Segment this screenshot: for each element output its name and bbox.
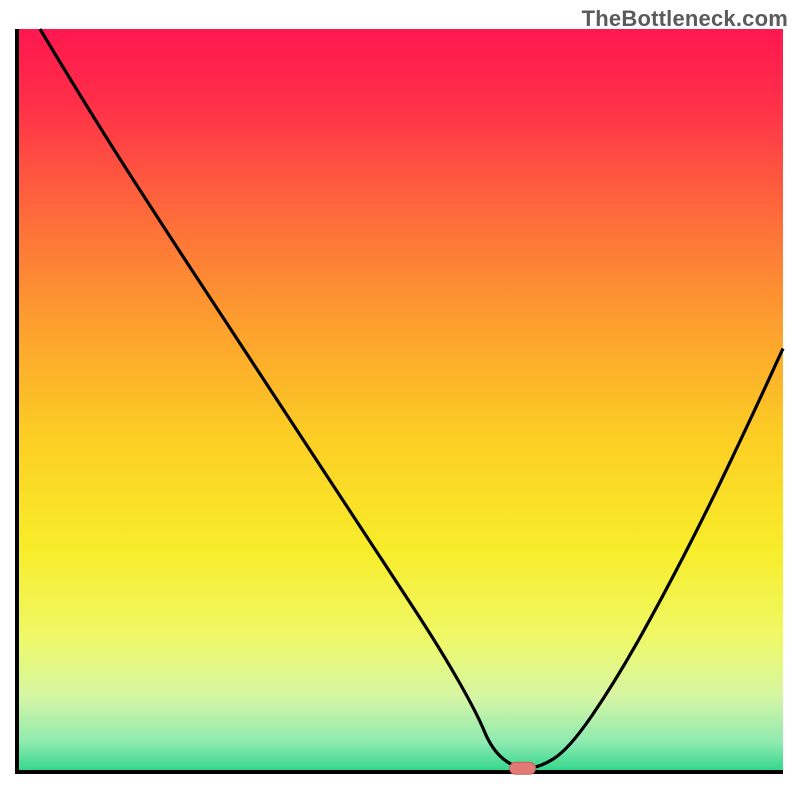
optimal-point-marker bbox=[510, 762, 536, 774]
chart-container: { "watermark": "TheBottleneck.com", "col… bbox=[0, 0, 800, 800]
bottleneck-chart bbox=[0, 0, 800, 800]
gradient-background bbox=[17, 29, 783, 772]
